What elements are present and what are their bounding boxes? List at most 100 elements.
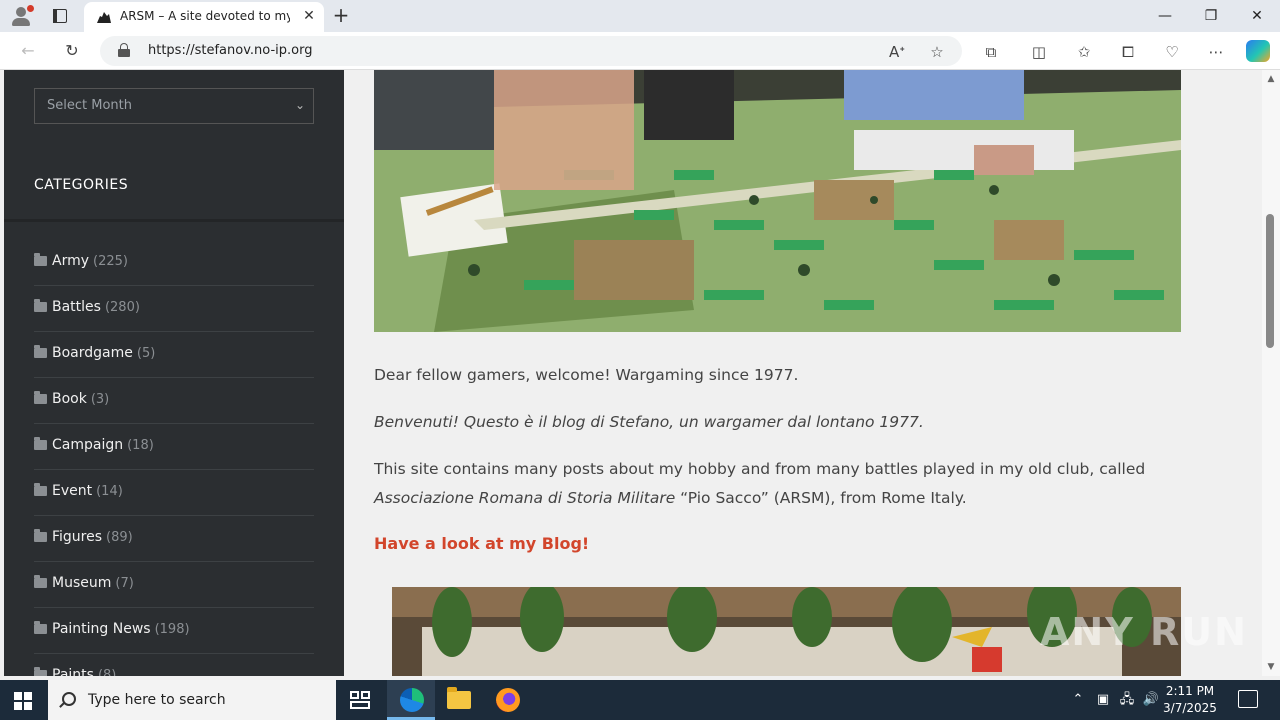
clock-date: 3/7/2025 bbox=[1163, 701, 1217, 715]
extensions-icon[interactable]: ⧉ bbox=[981, 42, 1001, 62]
back-icon[interactable]: ← bbox=[16, 40, 40, 62]
taskbar-search-box[interactable]: Type here to search bbox=[48, 680, 336, 720]
web-page: Select Month ⌄ CATEGORIES Army (225) Batt… bbox=[0, 70, 1262, 676]
category-item[interactable]: Museum (7) bbox=[34, 562, 314, 608]
file-explorer-taskbar-button[interactable] bbox=[435, 680, 483, 720]
close-tab-icon[interactable]: ✕ bbox=[300, 7, 318, 25]
welcome-text: Dear fellow gamers, welcome! Wargaming s… bbox=[374, 366, 799, 384]
category-count: (225) bbox=[93, 254, 128, 269]
network-icon[interactable]: 🖧 bbox=[1118, 690, 1136, 710]
category-count: (18) bbox=[127, 438, 154, 453]
firefox-icon bbox=[496, 688, 520, 712]
tab-actions-icon[interactable] bbox=[50, 6, 70, 26]
clock-time: 2:11 PM bbox=[1165, 684, 1215, 698]
chevron-down-icon: ⌄ bbox=[294, 98, 305, 112]
about-paragraph: This site contains many posts about my h… bbox=[374, 455, 1174, 513]
vertical-scrollbar[interactable]: ▲ ▼ bbox=[1262, 70, 1280, 676]
main-content: Dear fellow gamers, welcome! Wargaming s… bbox=[344, 70, 1212, 676]
firefox-taskbar-button[interactable] bbox=[484, 680, 532, 720]
folder-icon bbox=[34, 299, 47, 312]
tab-strip: ARSM – A site devoted to my Wa ✕ + — ❐ ✕ bbox=[0, 0, 1280, 32]
category-name[interactable]: Army bbox=[52, 253, 89, 269]
favorites-icon[interactable]: ✩ bbox=[1074, 42, 1094, 62]
folder-icon bbox=[34, 529, 47, 542]
category-item[interactable]: Book (3) bbox=[34, 378, 314, 424]
collections-icon[interactable]: ⧠ bbox=[1118, 42, 1138, 62]
windows-start-icon[interactable] bbox=[14, 692, 32, 710]
minimize-icon[interactable]: — bbox=[1142, 0, 1188, 32]
scroll-up-icon[interactable]: ▲ bbox=[1265, 74, 1277, 84]
category-item[interactable]: Campaign (18) bbox=[34, 424, 314, 470]
copilot-icon[interactable] bbox=[1246, 40, 1270, 62]
category-name[interactable]: Battles bbox=[52, 299, 101, 315]
category-item[interactable]: Battles (280) bbox=[34, 286, 314, 332]
show-hidden-icons-icon[interactable]: ⌃ bbox=[1070, 690, 1086, 710]
sidebar: Select Month ⌄ CATEGORIES Army (225) Batt… bbox=[4, 70, 344, 676]
category-name[interactable]: Boardgame bbox=[52, 345, 133, 361]
folder-icon bbox=[34, 391, 47, 404]
category-name[interactable]: Book bbox=[52, 391, 87, 407]
device-icon[interactable]: ▣ bbox=[1094, 690, 1112, 710]
category-count: (8) bbox=[97, 668, 117, 676]
clock[interactable]: 2:11 PM 3/7/2025 bbox=[1160, 683, 1220, 717]
category-count: (7) bbox=[115, 576, 134, 591]
category-name[interactable]: Museum bbox=[52, 575, 111, 591]
browser-tab[interactable]: ARSM – A site devoted to my Wa ✕ bbox=[84, 2, 324, 32]
new-tab-button[interactable]: + bbox=[330, 4, 352, 26]
file-explorer-icon bbox=[447, 687, 471, 709]
folder-icon bbox=[34, 483, 47, 496]
edge-icon bbox=[400, 688, 424, 712]
category-count: (14) bbox=[96, 484, 123, 499]
category-list: Army (225) Battles (280) Boardgame (5) Book… bbox=[34, 240, 314, 676]
category-name[interactable]: Painting News bbox=[52, 621, 151, 637]
read-aloud-icon[interactable]: Aᐩ bbox=[888, 43, 906, 61]
divider bbox=[4, 219, 344, 222]
folder-icon bbox=[34, 575, 47, 588]
reload-icon[interactable]: ↻ bbox=[60, 40, 84, 62]
taskbar: Type here to search ⌃ ▣ 🖧 🔊 2:11 PM 3/7/… bbox=[0, 680, 1280, 720]
notification-icon[interactable] bbox=[1238, 690, 1258, 708]
category-count: (280) bbox=[104, 300, 140, 315]
scrollbar-thumb[interactable] bbox=[1266, 214, 1274, 348]
close-window-icon[interactable]: ✕ bbox=[1234, 0, 1280, 32]
search-placeholder: Type here to search bbox=[88, 692, 226, 708]
folder-icon bbox=[34, 667, 47, 676]
browser-essentials-icon[interactable]: ♡ bbox=[1162, 42, 1182, 62]
category-count: (3) bbox=[90, 392, 110, 407]
archive-select-value: Select Month bbox=[47, 98, 132, 113]
category-item[interactable]: Event (14) bbox=[34, 470, 314, 516]
category-item[interactable]: Figures (89) bbox=[34, 516, 314, 562]
blog-link[interactable]: Have a look at my Blog! bbox=[374, 534, 589, 553]
scroll-down-icon[interactable]: ▼ bbox=[1265, 662, 1277, 672]
split-screen-icon[interactable]: ◫ bbox=[1029, 42, 1049, 62]
club-name: Associazione Romana di Storia Militare bbox=[374, 489, 676, 507]
watermark: ANY RUN bbox=[1040, 610, 1248, 654]
categories-heading: CATEGORIES bbox=[34, 177, 129, 193]
edge-taskbar-button[interactable] bbox=[387, 680, 435, 720]
folder-icon bbox=[34, 437, 47, 450]
category-count: (89) bbox=[106, 530, 133, 545]
category-item[interactable]: Boardgame (5) bbox=[34, 332, 314, 378]
category-name[interactable]: Paints bbox=[52, 667, 94, 676]
profile-avatar-icon[interactable] bbox=[10, 5, 34, 27]
about-line-1: This site contains many posts about my h… bbox=[374, 460, 1146, 478]
url-text[interactable]: https://stefanov.no-ip.org bbox=[148, 43, 312, 58]
site-favicon-icon bbox=[97, 12, 111, 23]
welcome-italian-text: Benvenuti! Questo è il blog di Stefano, … bbox=[374, 408, 1174, 437]
category-name[interactable]: Event bbox=[52, 483, 92, 499]
category-item[interactable]: Army (225) bbox=[34, 240, 314, 286]
archive-month-select[interactable]: Select Month ⌄ bbox=[34, 88, 314, 124]
task-view-icon[interactable] bbox=[350, 691, 370, 709]
settings-more-icon[interactable]: ⋯ bbox=[1206, 42, 1226, 62]
category-name[interactable]: Figures bbox=[52, 529, 102, 545]
category-item[interactable]: Paints (8) bbox=[34, 654, 314, 676]
category-count: (5) bbox=[136, 346, 156, 361]
restore-icon[interactable]: ❐ bbox=[1188, 0, 1234, 32]
volume-icon[interactable]: 🔊 bbox=[1142, 690, 1160, 710]
welcome-italian: Benvenuti! Questo è il blog di Stefano, … bbox=[374, 413, 924, 431]
category-item[interactable]: Painting News (198) bbox=[34, 608, 314, 654]
lock-icon[interactable] bbox=[118, 43, 130, 57]
category-name[interactable]: Campaign bbox=[52, 437, 123, 453]
favorite-star-icon[interactable]: ☆ bbox=[928, 43, 946, 61]
url-field[interactable]: https://stefanov.no-ip.org Aᐩ ☆ bbox=[100, 36, 962, 66]
